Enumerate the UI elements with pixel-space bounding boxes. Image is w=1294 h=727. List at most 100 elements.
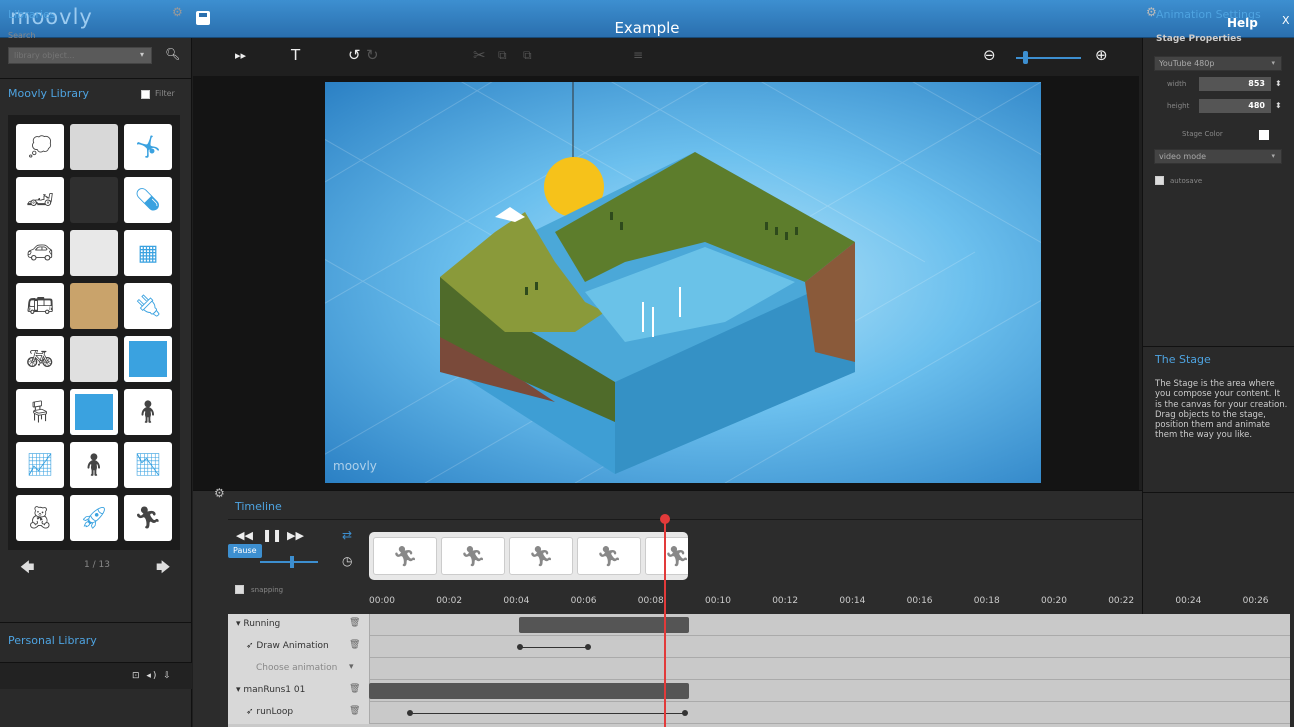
time-tick-label: 00:20 <box>1041 596 1067 606</box>
search-input[interactable] <box>8 47 152 64</box>
track-label[interactable]: ▾ manRuns1 01 🗑︎ <box>228 680 370 702</box>
height-stepper-icon[interactable]: ⬍ <box>1275 101 1282 110</box>
keyframe[interactable] <box>407 710 413 716</box>
track-label[interactable]: ▾ Running 🗑︎ <box>228 614 370 636</box>
align-icon[interactable]: ≡ <box>633 48 643 62</box>
keyframe-line[interactable] <box>410 713 685 714</box>
libraries-gear-icon[interactable]: ⚙ <box>172 5 183 19</box>
undo-icon[interactable]: ↺ <box>348 46 361 64</box>
choose-animation-select[interactable]: Choose animation ▾ <box>228 658 370 680</box>
stage-canvas[interactable]: moovly <box>325 82 1041 483</box>
keyframe[interactable] <box>682 710 688 716</box>
library-object-car-outline[interactable]: 🚗︎ <box>16 230 64 276</box>
library-object-flying-figure[interactable]: 🤸︎ <box>124 124 172 170</box>
running-figure-thumbnail[interactable]: 🏃︎ <box>373 537 437 575</box>
library-object-rocket[interactable]: 🚀︎ <box>70 495 118 541</box>
playhead-handle[interactable] <box>659 514 670 524</box>
zoom-out-icon[interactable]: ⊖ <box>983 46 996 64</box>
text-tool-icon[interactable]: T <box>291 46 300 64</box>
track-label[interactable]: ➶ Draw Animation 🗑︎ <box>228 636 370 658</box>
landscape-illustration[interactable]: moovly <box>325 82 1041 483</box>
library-object-thought-bubble[interactable]: 💭︎ <box>16 124 64 170</box>
library-object-chair[interactable]: 🪑︎ <box>16 389 64 435</box>
height-input[interactable]: 480 <box>1199 99 1271 113</box>
select-tool-icon[interactable]: ▸▸ <box>235 49 246 62</box>
running-figure-thumbnail[interactable]: 🏃︎ <box>577 537 641 575</box>
track-row-draw-animation[interactable]: ➶ Draw Animation 🗑︎ <box>228 636 1290 658</box>
library-object-light-swatch-2[interactable] <box>70 336 118 382</box>
animation-icon: ➶ <box>246 707 257 717</box>
library-object-line-chart-up[interactable]: 📈︎ <box>16 442 64 488</box>
autosave-checkbox[interactable] <box>1155 176 1164 185</box>
filter-checkbox[interactable] <box>141 90 150 99</box>
track-row-choose-animation[interactable]: Choose animation ▾ <box>228 658 1290 680</box>
page-indicator: 1 / 13 <box>84 560 110 570</box>
redo-icon[interactable]: ↻ <box>366 46 379 64</box>
time-tick-label: 00:12 <box>772 596 799 606</box>
document-title: Example <box>614 19 680 37</box>
library-object-running-man[interactable]: 🏃︎ <box>124 495 172 541</box>
trash-icon[interactable]: 🗑︎ <box>349 640 360 650</box>
library-object-blue-square-2[interactable] <box>70 389 118 435</box>
library-object-plug[interactable]: 🔌︎ <box>124 283 172 329</box>
stage-color-swatch[interactable] <box>1259 130 1269 140</box>
track-row-runloop[interactable]: ➶ runLoop 🗑︎ <box>228 702 1290 724</box>
trash-icon[interactable]: 🗑︎ <box>349 706 360 716</box>
fast-forward-icon[interactable]: ▶▶ <box>287 529 304 542</box>
speed-slider[interactable] <box>260 561 318 563</box>
chevron-down-icon: ▾ <box>1271 152 1275 160</box>
library-object-wood-texture[interactable] <box>70 283 118 329</box>
width-input[interactable]: 853 <box>1199 77 1271 91</box>
close-icon[interactable]: X <box>1282 14 1290 27</box>
library-object-light-swatch[interactable] <box>70 230 118 276</box>
search-icon[interactable]: 🔍︎ <box>165 47 180 61</box>
media-type-icons[interactable]: ⊡ ◂) ⇩ <box>132 671 173 681</box>
zoom-slider-handle[interactable] <box>1023 51 1028 64</box>
trash-icon[interactable]: 🗑︎ <box>349 618 360 628</box>
trash-icon[interactable]: 🗑︎ <box>349 684 360 694</box>
keyframe[interactable] <box>585 644 591 650</box>
previous-page-arrow-icon[interactable]: 🡄 <box>20 557 34 581</box>
library-object-line-chart-down[interactable]: 📉︎ <box>124 442 172 488</box>
library-object-man-with-tie[interactable]: 🧍︎ <box>124 389 172 435</box>
library-object-capsule-pill[interactable]: 💊︎ <box>124 177 172 223</box>
animation-settings-title: Animation Settings <box>1156 8 1261 21</box>
pause-icon[interactable]: ❚❚ <box>262 528 282 542</box>
running-figure-thumbnail[interactable]: 🏃︎ <box>509 537 573 575</box>
copy-icon[interactable]: ⧉ <box>498 48 507 63</box>
resolution-preset-select[interactable]: YouTube 480p ▾ <box>1154 56 1282 71</box>
cut-icon[interactable]: ✂ <box>473 46 486 64</box>
library-object-cartoon-character[interactable]: 🧸︎ <box>16 495 64 541</box>
clock-icon[interactable]: ◷ <box>342 554 352 568</box>
loop-icon[interactable]: ⇄ <box>342 528 352 542</box>
library-object-blue-grid[interactable]: ▦ <box>124 230 172 276</box>
track-label[interactable]: ➶ runLoop 🗑︎ <box>228 702 370 724</box>
library-object-person[interactable]: 🧍︎ <box>70 442 118 488</box>
mode-select[interactable]: video mode ▾ <box>1154 149 1282 164</box>
library-object-dark-swatch[interactable] <box>70 177 118 223</box>
running-figure-thumbnail[interactable]: 🏃︎ <box>645 537 688 575</box>
width-stepper-icon[interactable]: ⬍ <box>1275 79 1282 88</box>
snapping-checkbox[interactable] <box>235 585 244 594</box>
moovly-library-title: Moovly Library <box>8 87 89 100</box>
paste-icon[interactable]: ⧉ <box>523 48 532 63</box>
rewind-icon[interactable]: ◀◀ <box>236 529 253 542</box>
keyframe-line[interactable] <box>520 647 588 648</box>
next-page-arrow-icon[interactable]: 🡆 <box>156 557 170 581</box>
track-segment[interactable] <box>369 683 689 699</box>
running-figure-thumbnail[interactable]: 🏃︎ <box>441 537 505 575</box>
library-object-plain-swatch[interactable] <box>70 124 118 170</box>
library-object-bus[interactable]: 🚌︎ <box>16 283 64 329</box>
timeline-gear-icon[interactable]: ⚙ <box>214 486 225 500</box>
library-object-bicycle[interactable]: 🚲︎ <box>16 336 64 382</box>
divider <box>1142 346 1294 347</box>
playhead[interactable] <box>663 518 666 727</box>
track-row-running[interactable]: ▾ Running 🗑︎ <box>228 614 1290 636</box>
speed-slider-handle[interactable] <box>290 556 294 568</box>
library-object-blue-square[interactable] <box>124 336 172 382</box>
keyframe[interactable] <box>517 644 523 650</box>
time-tick-label: 00:14 <box>839 596 866 606</box>
zoom-in-icon[interactable]: ⊕ <box>1095 46 1108 64</box>
library-object-race-car[interactable]: 🏎︎ <box>16 177 64 223</box>
search-dropdown-icon[interactable]: ▾ <box>140 50 144 59</box>
